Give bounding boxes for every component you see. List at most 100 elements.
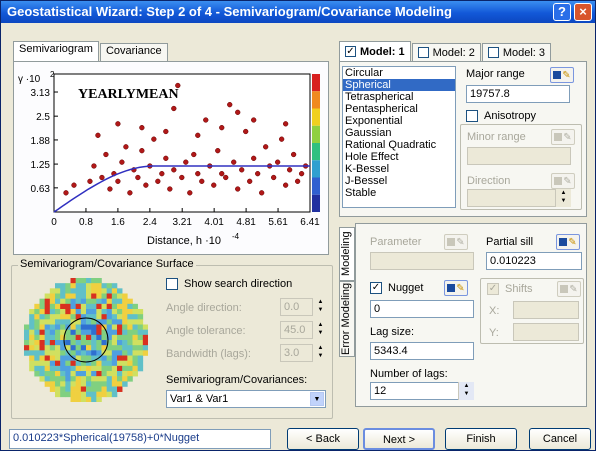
- data-point: [143, 182, 149, 188]
- bandwidth-spinner[interactable]: ▲ ▼: [312, 344, 328, 362]
- data-point: [215, 148, 221, 154]
- minor-range-calc-button[interactable]: ✎: [551, 129, 575, 145]
- direction-spinner[interactable]: ▲ ▼: [555, 189, 571, 207]
- surface-cell: [75, 309, 82, 315]
- nugget-checkbox[interactable]: ✓: [370, 282, 382, 294]
- surface-cell: [117, 303, 123, 310]
- surface-cell: [91, 396, 97, 402]
- surface-cell: [55, 345, 61, 351]
- tab-model-2[interactable]: Model: 2: [411, 43, 481, 61]
- surface-cell: [101, 319, 107, 325]
- model-type-item[interactable]: Exponential: [343, 115, 455, 127]
- surface-cell: [127, 345, 133, 351]
- partial-sill-calc-button[interactable]: ✎: [556, 234, 580, 250]
- back-button[interactable]: < Back: [287, 428, 359, 450]
- surface-cell: [117, 334, 123, 341]
- data-point: [195, 132, 201, 138]
- surface-cell: [142, 329, 148, 336]
- surface-cell: [55, 288, 61, 294]
- angle-tolerance-spinner[interactable]: ▲ ▼: [312, 321, 328, 339]
- direction-calc-button[interactable]: ✎: [551, 173, 575, 189]
- legend-swatch: [312, 177, 320, 195]
- surface-cell: [44, 324, 51, 330]
- surface-cell: [86, 345, 92, 351]
- shift-y-field[interactable]: [513, 323, 579, 341]
- surface-cell: [44, 314, 51, 320]
- surface-cell: [34, 324, 40, 330]
- model-type-item[interactable]: Hole Effect: [343, 151, 455, 163]
- minor-range-field[interactable]: [467, 147, 571, 165]
- data-point: [239, 167, 245, 173]
- data-point: [163, 155, 169, 161]
- chevron-down-icon[interactable]: ▼: [310, 392, 324, 406]
- surface-cell: [127, 329, 133, 336]
- major-range-calc-button[interactable]: ✎: [550, 67, 574, 83]
- tab-model-1[interactable]: ✓ Model: 1: [339, 41, 411, 61]
- surface-cell: [127, 350, 133, 356]
- calculator-icon: [554, 177, 563, 185]
- surface-cell: [96, 283, 102, 289]
- angle-direction-spinner[interactable]: ▲ ▼: [312, 298, 328, 316]
- surface-cell: [80, 371, 87, 377]
- surface-cell: [137, 365, 144, 372]
- surface-cell: [24, 324, 30, 330]
- surface-cell: [106, 371, 113, 377]
- tab-covariance[interactable]: Covariance: [99, 43, 168, 61]
- next-button[interactable]: Next >: [363, 428, 435, 450]
- nugget-field[interactable]: 0: [370, 300, 474, 318]
- semivariogram-select[interactable]: Var1 & Var1 ▼: [166, 390, 326, 408]
- surface-cell: [80, 319, 87, 325]
- title-bar: Geostatistical Wizard: Step 2 of 4 - Sem…: [1, 1, 595, 23]
- surface-cell: [65, 340, 71, 346]
- model-type-item[interactable]: Pentaspherical: [343, 103, 455, 115]
- num-lags-spinner[interactable]: ▲ ▼: [458, 382, 474, 400]
- surface-cell: [96, 334, 102, 341]
- close-button[interactable]: ×: [574, 3, 592, 21]
- model-type-item[interactable]: J-Bessel: [343, 175, 455, 187]
- surface-cell: [60, 391, 66, 398]
- partial-sill-field[interactable]: 0.010223: [486, 252, 582, 270]
- surface-cell: [132, 329, 138, 336]
- data-point: [171, 167, 177, 173]
- nugget-calc-button[interactable]: ✎: [444, 280, 468, 296]
- model-type-item[interactable]: Spherical: [343, 79, 455, 91]
- surface-cell: [86, 329, 92, 336]
- model-type-item[interactable]: Circular: [343, 67, 455, 79]
- model-type-item[interactable]: Tetraspherical: [343, 91, 455, 103]
- parameter-calc-button[interactable]: ✎: [444, 234, 468, 250]
- surface-cell: [29, 314, 35, 320]
- model-type-item[interactable]: Rational Quadratic: [343, 139, 455, 151]
- major-range-field[interactable]: 19757.8: [466, 85, 570, 103]
- surface-cell: [34, 329, 40, 336]
- show-search-checkbox[interactable]: [166, 278, 178, 290]
- lag-size-field[interactable]: 5343.4: [370, 342, 474, 360]
- surface-cell: [24, 345, 30, 351]
- surface-cell: [96, 391, 102, 398]
- anisotropy-checkbox[interactable]: [466, 110, 478, 122]
- cancel-button[interactable]: Cancel: [529, 428, 591, 450]
- modeling-panel: Parameter ✎ Partial sill ✎ 0.010223 ✓ Nu…: [355, 223, 587, 407]
- surface-cell: [91, 298, 97, 305]
- parameter-field[interactable]: [370, 252, 474, 270]
- help-button[interactable]: ?: [553, 3, 571, 21]
- tab-semivariogram[interactable]: Semivariogram: [13, 41, 99, 61]
- surface-cell: [132, 360, 138, 367]
- model-type-item[interactable]: K-Bessel: [343, 163, 455, 175]
- surface-cell: [75, 293, 82, 299]
- shifts-checkbox[interactable]: ✓: [487, 283, 499, 295]
- model-panel: Circular Spherical Tetraspherical Pentasphe…: [339, 61, 587, 217]
- model-type-list[interactable]: Circular Spherical Tetraspherical Pentasphe…: [342, 66, 456, 208]
- tab-model-3[interactable]: Model: 3: [481, 43, 552, 61]
- surface-cell: [86, 293, 92, 299]
- model-type-item[interactable]: Stable: [343, 187, 455, 199]
- shifts-calc-button[interactable]: ✎: [557, 281, 581, 297]
- finish-button[interactable]: Finish: [445, 428, 517, 450]
- surface-cell: [111, 283, 118, 289]
- surface-cell: [24, 350, 30, 356]
- surface-cell: [122, 303, 128, 310]
- tab-error-modeling[interactable]: Error Modeling: [339, 281, 355, 357]
- shift-x-field[interactable]: [513, 301, 579, 319]
- surface-cell: [49, 288, 56, 294]
- tab-modeling[interactable]: Modeling: [339, 227, 355, 281]
- model-type-item[interactable]: Gaussian: [343, 127, 455, 139]
